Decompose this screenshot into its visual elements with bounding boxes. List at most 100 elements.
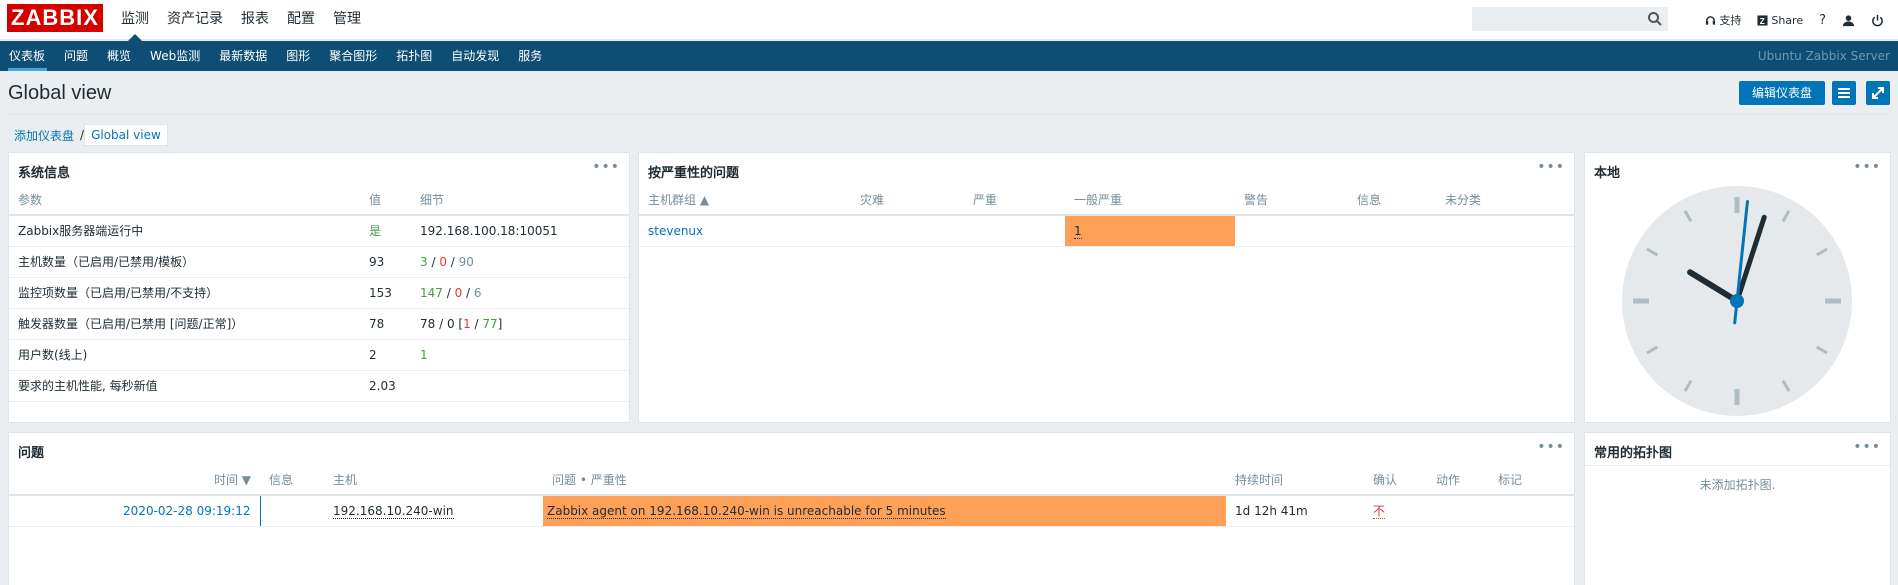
help-link[interactable]: ?: [1819, 13, 1826, 28]
submenu-latest-data[interactable]: 最新数据: [210, 41, 277, 71]
submenu-services[interactable]: 服务: [509, 41, 552, 71]
enabled-count: 147: [420, 285, 443, 300]
top-links: 支持 Z Share ?: [1705, 0, 1884, 40]
trigger-sep: /: [470, 316, 483, 331]
column-time[interactable]: 时间 ▼: [9, 465, 260, 496]
severity-table: 主机群组 ▲ 灾难 严重 一般严重 警告 信息 未分类 stevenux 1: [639, 185, 1574, 247]
table-row: 监控项数量（已启用/已禁用/不支持） 153 147 / 0 / 6: [9, 277, 629, 309]
average-cell[interactable]: 1: [1065, 215, 1235, 247]
fullscreen-icon: [1872, 87, 1884, 99]
menu-inventory[interactable]: 资产记录: [158, 0, 232, 40]
submenu-discovery[interactable]: 自动发现: [442, 41, 509, 71]
menu-monitoring[interactable]: 监测: [112, 0, 158, 41]
search-icon[interactable]: [1647, 11, 1663, 27]
sub-menu-bar: 仪表板 问题 概览 Web监测 最新数据 图形 聚合图形 拓扑图 自动发现 服务…: [0, 41, 1898, 71]
user-profile-link[interactable]: [1842, 14, 1855, 27]
zabbix-logo[interactable]: ZABBIX: [7, 4, 103, 32]
support-label: 支持: [1719, 14, 1742, 27]
submenu-problems[interactable]: 问题: [55, 41, 98, 71]
hamburger-icon: [1838, 88, 1850, 98]
top-bar: ZABBIX 监测 资产记录 报表 配置 管理 支持 Z Share ?: [0, 0, 1898, 41]
ack-cell: 不: [1364, 495, 1427, 527]
table-row: 2020-02-28 09:19:12 192.168.10.240-win Z…: [9, 495, 1574, 527]
submenu-maps[interactable]: 拓扑图: [387, 41, 442, 71]
server-name: Ubuntu Zabbix Server: [1757, 49, 1890, 63]
support-link[interactable]: 支持: [1705, 12, 1741, 28]
breadcrumb: 添加仪表盘 / Global view: [8, 124, 168, 146]
widget-menu-button[interactable]: •••: [1853, 439, 1881, 455]
logout-link[interactable]: [1871, 14, 1884, 27]
submenu-overview[interactable]: 概览: [98, 41, 141, 71]
host-group-link[interactable]: stevenux: [639, 215, 851, 247]
host-link[interactable]: 192.168.10.240-win: [333, 503, 454, 519]
value-cell: 是: [360, 215, 411, 247]
duration-cell: 1d 12h 41m: [1226, 495, 1364, 527]
ack-link[interactable]: 不: [1373, 504, 1386, 520]
power-icon: [1872, 14, 1883, 26]
search-input[interactable]: [1472, 7, 1668, 31]
widget-title: 问题: [18, 446, 45, 461]
submenu-web[interactable]: Web监测: [141, 41, 210, 71]
problems-by-severity-widget: 按严重性的问题 ••• 主机群组 ▲ 灾难 严重 一般严重 警告 信息 未分类 …: [638, 152, 1575, 423]
problem-time-link[interactable]: 2020-02-28 09:19:12: [123, 504, 250, 518]
value-cell: 78: [360, 308, 411, 340]
param-cell: 监控项数量（已启用/已禁用/不支持）: [9, 277, 360, 309]
share-link[interactable]: Z Share: [1757, 14, 1803, 27]
problem-count: 1: [463, 316, 471, 331]
template-count: 90: [458, 254, 474, 269]
table-row: 触发器数量（已启用/已禁用 [问题/正常]） 78 78 / 0 [1 / 77…: [9, 308, 629, 340]
column-tags: 标记: [1489, 465, 1574, 496]
value-cell: 93: [360, 246, 411, 278]
column-warning: 警告: [1235, 185, 1348, 216]
table-row: Zabbix服务器端运行中 是 192.168.100.18:10051: [9, 215, 629, 247]
value-cell: 153: [360, 277, 411, 309]
column-not-classified: 未分类: [1436, 185, 1574, 216]
actions-cell: [1427, 495, 1489, 527]
share-icon: Z: [1757, 14, 1768, 26]
column-average: 一般严重: [1065, 185, 1235, 216]
page-title: Global view: [8, 82, 112, 104]
widget-menu-button[interactable]: •••: [1537, 439, 1565, 455]
value-cell: 2: [360, 339, 411, 371]
widget-title: 常用的拓扑图: [1594, 446, 1673, 461]
header-divider: [8, 114, 1890, 115]
time-cell: 2020-02-28 09:19:12: [9, 495, 260, 527]
clock-widget: 本地 •••: [1584, 152, 1891, 423]
column-ack: 确认: [1364, 465, 1427, 496]
column-header: 参数: [9, 185, 360, 216]
column-information: 信息: [1348, 185, 1436, 216]
edit-dashboard-button[interactable]: 编辑仪表盘: [1739, 81, 1825, 105]
column-high: 严重: [964, 185, 1065, 216]
menu-administration[interactable]: 管理: [324, 0, 370, 40]
widget-menu-button[interactable]: •••: [1537, 159, 1565, 175]
column-host-group[interactable]: 主机群组 ▲: [639, 185, 851, 216]
menu-configuration[interactable]: 配置: [278, 0, 324, 40]
widget-menu-button[interactable]: •••: [1853, 159, 1881, 175]
breadcrumb-add-dashboard[interactable]: 添加仪表盘: [8, 127, 80, 144]
menu-reports[interactable]: 报表: [232, 0, 278, 40]
average-count[interactable]: 1: [1074, 223, 1082, 239]
problem-link[interactable]: Zabbix agent on 192.168.10.240-win is un…: [547, 503, 946, 519]
info-cell: [259, 495, 324, 527]
svg-text:Z: Z: [1760, 17, 1765, 26]
fullscreen-button[interactable]: [1866, 81, 1890, 105]
disaster-cell: [851, 215, 964, 247]
detail-cell: 78 / 0 [1 / 77]: [411, 308, 629, 340]
detail-cell: 147 / 0 / 6: [411, 277, 629, 309]
submenu-dashboard[interactable]: 仪表板: [0, 41, 55, 71]
submenu-screens[interactable]: 聚合图形: [320, 41, 387, 71]
widget-title: 本地: [1594, 166, 1621, 181]
breadcrumb-current[interactable]: Global view: [84, 124, 168, 146]
param-cell: 用户数(线上): [9, 339, 360, 371]
param-cell: 主机数量（已启用/已禁用/模板）: [9, 246, 360, 278]
user-icon: [1842, 14, 1855, 26]
detail-cell: 192.168.100.18:10051: [411, 215, 629, 247]
column-disaster: 灾难: [851, 185, 964, 216]
widget-menu-button[interactable]: •••: [592, 159, 620, 175]
ok-count: 77: [482, 316, 498, 331]
dashboard-menu-button[interactable]: [1832, 81, 1856, 105]
column-header: 细节: [411, 185, 629, 216]
system-info-table: 参数 值 细节 Zabbix服务器端运行中 是 192.168.100.18:1…: [9, 185, 629, 402]
widget-title: 系统信息: [18, 166, 71, 181]
submenu-graphs[interactable]: 图形: [277, 41, 320, 71]
